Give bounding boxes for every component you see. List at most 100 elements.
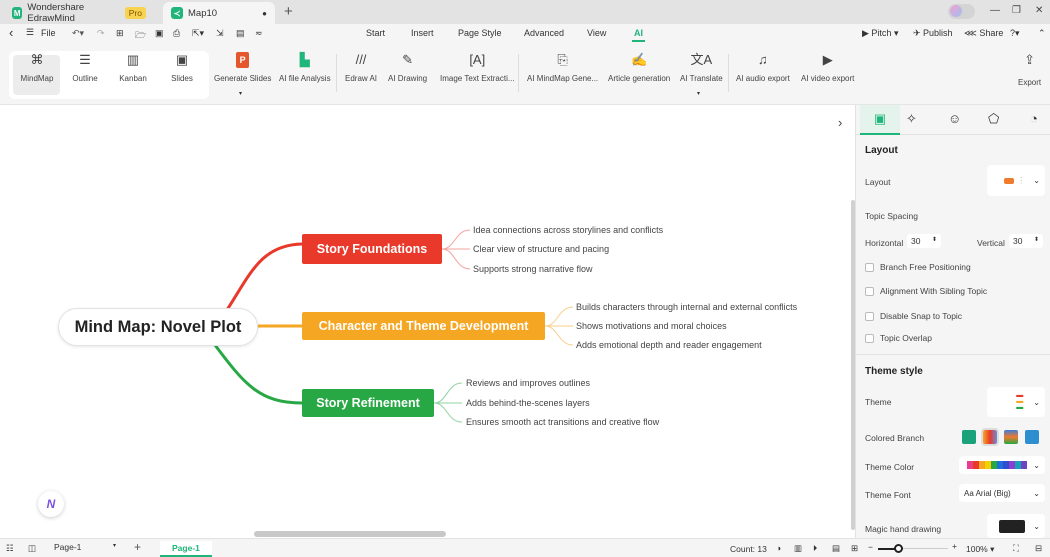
branch-option-3[interactable] (1004, 430, 1018, 444)
zoom-in-icon[interactable]: + (952, 541, 957, 551)
new-icon[interactable]: ⊞ (116, 28, 124, 39)
page-select[interactable]: Page-1 ▾ (50, 541, 120, 555)
edraw-ai-button[interactable]: /// Edraw AI (345, 52, 377, 83)
subtopic[interactable]: Shows motivations and moral choices (576, 321, 727, 331)
undo-icon[interactable]: ↶▾ (72, 28, 84, 39)
ai-mindmap-generation-button[interactable]: ⎘ AI MindMap Gene... (527, 52, 598, 83)
tab-advanced[interactable]: Advanced (524, 28, 564, 38)
import-icon[interactable]: ⇲ (216, 28, 224, 39)
checkbox-disable-snap[interactable]: Disable Snap to Topic (865, 311, 962, 321)
magic-hand-dropdown[interactable]: ⌄ (987, 514, 1045, 538)
ai-video-export-button[interactable]: ▶ AI video export (801, 52, 854, 83)
icon-tab-icon[interactable]: ☺ (948, 111, 961, 126)
menu-icon[interactable]: ☰ (26, 27, 34, 38)
subtopic[interactable]: Supports strong narrative flow (473, 264, 593, 274)
pitch-button[interactable]: ▶ Pitch ▾ (862, 28, 898, 39)
view-kanban[interactable]: ▥ Kanban (118, 52, 148, 83)
export-icon[interactable]: ⇱▾ (192, 28, 204, 39)
mouse-mode-icon[interactable]: ◑ (776, 543, 781, 553)
more-icon[interactable]: ≂ (255, 28, 263, 39)
topic-story-refinement[interactable]: Story Refinement (302, 389, 434, 417)
back-icon[interactable]: ‹ (9, 25, 13, 40)
close-button[interactable]: ✕ (1035, 5, 1043, 16)
subtopic[interactable]: Ensures smooth act transitions and creat… (466, 417, 659, 427)
branch-option-2[interactable] (981, 428, 999, 446)
fullscreen-icon[interactable]: ⛶ (1013, 543, 1019, 554)
help-icon[interactable]: ?▾ (1010, 28, 1020, 39)
add-page-icon[interactable]: + (134, 540, 141, 554)
file-menu[interactable]: File (41, 28, 56, 38)
doc-tab[interactable]: ≺ Map10 ● (163, 2, 275, 24)
ai-translate-button[interactable]: 文A AI Translate (680, 52, 723, 83)
ai-drawing-button[interactable]: ✎ AI Drawing (388, 52, 427, 83)
central-topic[interactable]: Mind Map: Novel Plot (58, 308, 258, 346)
sidebar-toggle-icon[interactable]: ☷ (6, 543, 14, 554)
minimize-button[interactable]: — (990, 5, 1000, 16)
layout-dropdown[interactable]: ⋮ ⌄ (987, 165, 1045, 196)
page-view-icon[interactable]: ◫ (28, 543, 36, 554)
tab-ai[interactable]: AI (632, 28, 645, 42)
dropdown-arrow-icon[interactable]: ▾ (697, 90, 700, 97)
ai-file-analysis-button[interactable]: ▙ AI file Analysis (279, 52, 331, 83)
share-button[interactable]: ⋘ Share (964, 28, 1003, 39)
fit-screen-icon[interactable]: ⊞ (851, 543, 858, 554)
view-slides[interactable]: ▣ Slides (168, 52, 196, 83)
branch-option-1[interactable] (962, 430, 976, 444)
horizontal-spacing-input[interactable]: 30 ⬍ (907, 234, 941, 248)
avatar[interactable] (948, 4, 975, 19)
zoom-slider[interactable] (878, 544, 948, 553)
new-tab-button[interactable]: + (284, 3, 293, 20)
fit-page-icon[interactable]: ▤ (832, 543, 840, 554)
print-icon[interactable]: ⎙ (173, 28, 180, 39)
page-tab[interactable]: Page-1 (160, 541, 212, 557)
image-text-extraction-button[interactable]: [A] Image Text Extracti... (440, 52, 515, 83)
zoom-level[interactable]: 100% ▾ (966, 544, 994, 555)
theme-font-dropdown[interactable]: Aa Arial (Big) ⌄ (959, 484, 1045, 502)
topic-character-theme[interactable]: Character and Theme Development (302, 312, 545, 340)
expand-panel-icon[interactable]: › (838, 115, 842, 130)
dropdown-arrow-icon[interactable]: ▾ (239, 90, 242, 97)
zoom-slider-handle[interactable] (894, 544, 903, 553)
open-icon[interactable]: 🗁 (135, 28, 146, 44)
style-tab-icon[interactable]: ✧ (906, 111, 917, 127)
topic-story-foundations[interactable]: Story Foundations (302, 234, 442, 264)
mindmap-canvas[interactable]: Mind Map: Novel Plot Story Foundations C… (0, 105, 855, 538)
layout-tab-icon[interactable]: ▣ (860, 105, 900, 135)
subtopic[interactable]: Adds behind-the-scenes layers (466, 398, 590, 408)
history-tab-icon[interactable]: ◔ (1030, 111, 1038, 126)
checkbox-alignment[interactable]: Alignment With Sibling Topic (865, 286, 987, 296)
generate-slides-button[interactable]: P Generate Slides (214, 52, 271, 83)
theme-dropdown[interactable]: ▬ ▬ ▬ ⌄ (987, 387, 1045, 417)
zoom-out-icon[interactable]: − (868, 542, 873, 552)
restore-button[interactable]: ❐ (1012, 5, 1021, 16)
view-outline[interactable]: ☰ Outline (70, 52, 100, 83)
save-icon[interactable]: ▣ (155, 28, 164, 39)
tab-page-style[interactable]: Page Style (458, 28, 502, 38)
subtopic[interactable]: Idea connections across storylines and c… (473, 225, 663, 235)
subtopic[interactable]: Builds characters through internal and e… (576, 302, 797, 312)
horizontal-scrollbar[interactable] (254, 531, 446, 537)
branch-option-4[interactable] (1025, 430, 1039, 444)
subtopic[interactable]: Clear view of structure and pacing (473, 244, 609, 254)
column-view-icon[interactable]: ▥ (794, 543, 802, 554)
checkbox-branch-free[interactable]: Branch Free Positioning (865, 262, 971, 272)
view-mindmap[interactable]: ⌘ MindMap (20, 52, 54, 83)
publish-button[interactable]: ✈ Publish (913, 28, 953, 39)
play-icon[interactable]: ⏵ (813, 543, 817, 554)
ai-audio-export-button[interactable]: ♫ AI audio export (736, 52, 790, 83)
subtopic[interactable]: Reviews and improves outlines (466, 378, 590, 388)
subtopic[interactable]: Adds emotional depth and reader engageme… (576, 340, 762, 350)
theme-tab-icon[interactable]: ⬠ (988, 111, 999, 127)
checkbox-topic-overlap[interactable]: Topic Overlap (865, 333, 932, 343)
save-as-icon[interactable]: ▤ (236, 28, 245, 39)
split-view-icon[interactable]: ⊟ (1035, 543, 1042, 554)
article-generation-button[interactable]: ✍ Article generation (608, 52, 670, 83)
redo-icon[interactable]: ↷ (97, 28, 105, 39)
export-button[interactable]: ⇪ Export (1018, 52, 1041, 87)
tab-start[interactable]: Start (366, 28, 385, 38)
app-tab[interactable]: M Wondershare EdrawMind Pro (4, 2, 154, 24)
collapse-ribbon-icon[interactable]: ⌃ (1038, 28, 1046, 39)
tab-insert[interactable]: Insert (411, 28, 434, 38)
vertical-spacing-input[interactable]: 30 ⬍ (1009, 234, 1043, 248)
theme-color-dropdown[interactable]: ⌄ (959, 456, 1045, 474)
